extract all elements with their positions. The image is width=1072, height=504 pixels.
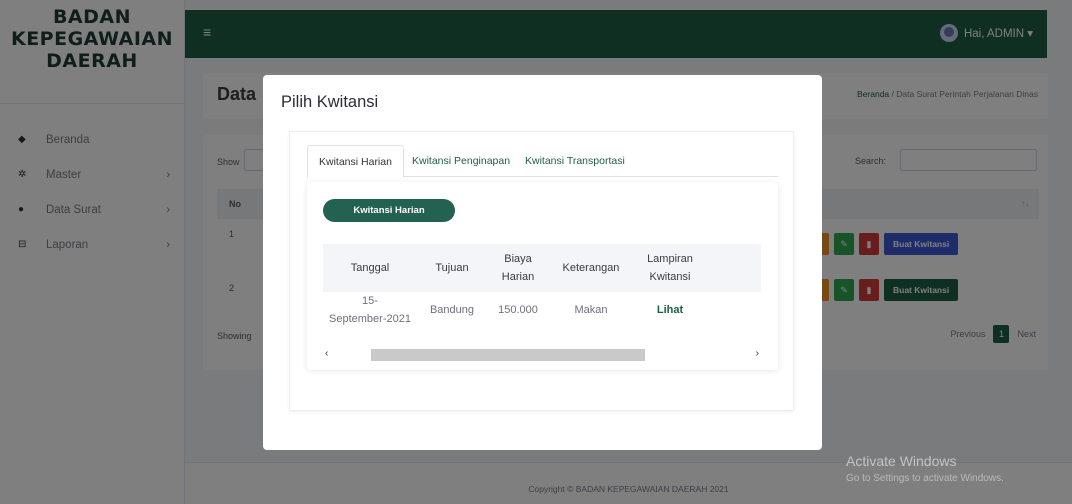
modal-title: Pilih Kwitansi [281,93,379,111]
cell-tujuan: Bandung [429,304,475,316]
column-header-biaya-harian: Biaya Harian [501,253,535,283]
tab-kwitansi-penginapan[interactable]: Kwitansi Penginapan [401,145,521,177]
cell-keterangan: Makan [574,304,608,316]
tab-kwitansi-transportasi[interactable]: Kwitansi Transportasi [514,145,636,177]
horizontal-scrollbar[interactable]: ‹ › [323,346,761,362]
tab-kwitansi-harian[interactable]: Kwitansi Harian [307,145,404,178]
kwitansi-tabs: Kwitansi Harian Kwitansi Penginapan Kwit… [307,145,778,178]
tab-pane-kwitansi-harian: Kwitansi Harian Tanggal Tujuan Biaya Har… [307,182,778,370]
column-header-tujuan: Tujuan [435,262,469,274]
scroll-right-icon[interactable]: › [756,346,759,362]
activation-watermark-subtitle: Go to Settings to activate Windows. [846,473,1004,484]
column-header-tanggal: Tanggal [350,262,390,274]
modal-card: Kwitansi Harian Kwitansi Penginapan Kwit… [289,131,794,411]
kwitansi-table: Tanggal Tujuan Biaya Harian Keterangan L… [323,244,761,328]
column-header-keterangan: Keterangan [562,262,620,274]
pilih-kwitansi-modal: Pilih Kwitansi Kwitansi Harian Kwitansi … [263,75,822,450]
lihat-link[interactable]: Lihat [633,292,707,328]
cell-biaya-harian: 150.000 [498,304,538,316]
activation-watermark-title: Activate Windows [846,453,957,469]
scrollbar-thumb[interactable] [371,349,645,361]
cell-tanggal: 15- September-2021 [329,295,411,325]
column-header-lampiran-kwitansi: Lampiran Kwitansi [647,253,693,283]
kwitansi-harian-button[interactable]: Kwitansi Harian [323,199,455,222]
scroll-left-icon[interactable]: ‹ [325,346,328,362]
